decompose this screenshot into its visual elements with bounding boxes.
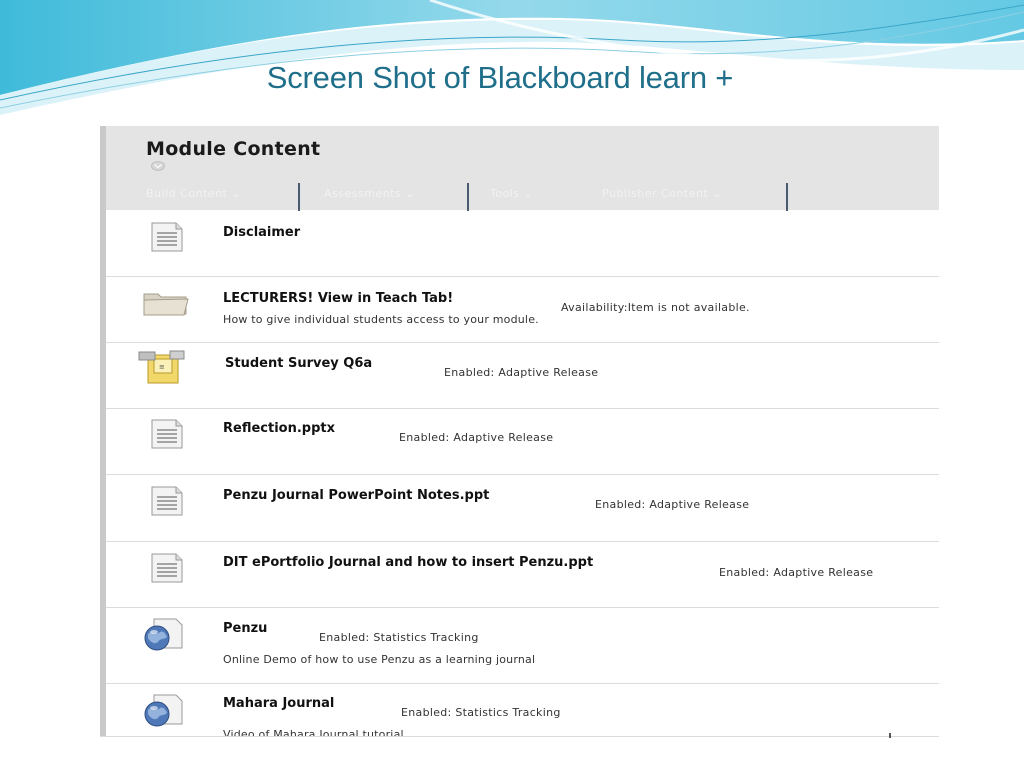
toolbar-divider: [467, 183, 469, 211]
list-item: Penzu Journal PowerPoint Notes.ppt Enabl…: [106, 475, 939, 542]
build-content-menu[interactable]: Build Content ⌄: [146, 187, 241, 200]
item-title-link[interactable]: Mahara Journal: [223, 696, 334, 711]
item-description: Video of Mahara Journal tutorial: [223, 728, 404, 736]
assessments-menu[interactable]: Assessments ⌄: [324, 187, 415, 200]
item-status: Enabled: Adaptive Release: [444, 366, 599, 379]
item-title-link[interactable]: Reflection.pptx: [223, 421, 335, 436]
item-status: Enabled: Adaptive Release: [595, 498, 750, 511]
document-icon: [151, 553, 183, 583]
item-status: Enabled: Statistics Tracking: [401, 706, 561, 719]
document-icon: [151, 222, 183, 252]
slide-title: Screen Shot of Blackboard learn +: [266, 60, 734, 95]
survey-icon: ≡: [138, 350, 185, 384]
list-item: Disclaimer: [106, 210, 939, 277]
item-status: Enabled: Adaptive Release: [399, 431, 554, 444]
module-title: Module Content: [146, 138, 321, 160]
web-link-icon: [144, 694, 183, 727]
list-item: ≡ Student Survey Q6a Enabled: Adaptive R…: [106, 343, 939, 409]
item-title-link[interactable]: Disclaimer: [223, 225, 300, 240]
item-title-link[interactable]: DIT ePortfolio Journal and how to insert…: [223, 555, 593, 570]
scrollbar-tick: [889, 733, 891, 738]
item-status: Enabled: Statistics Tracking: [319, 631, 479, 644]
document-icon: [151, 486, 183, 516]
list-item: Penzu Enabled: Statistics Tracking Onlin…: [106, 608, 939, 684]
chevron-down-icon[interactable]: [151, 161, 165, 171]
list-item: LECTURERS! View in Teach Tab! Availabili…: [106, 277, 939, 343]
tools-menu[interactable]: Tools ⌄: [490, 187, 533, 200]
list-item: Mahara Journal Enabled: Statistics Track…: [106, 684, 939, 736]
svg-text:≡: ≡: [159, 363, 165, 371]
item-description: How to give individual students access t…: [223, 313, 539, 326]
availability-status: Availability:Item is not available.: [561, 301, 750, 314]
folder-icon: [143, 293, 189, 316]
content-toolbar: Build Content ⌄ Assessments ⌄ Tools ⌄ Pu…: [106, 181, 939, 211]
item-status: Enabled: Adaptive Release: [719, 566, 874, 579]
publisher-content-menu[interactable]: Publisher Content ⌄: [602, 187, 722, 200]
item-title-link[interactable]: LECTURERS! View in Teach Tab!: [223, 291, 453, 306]
item-title-link[interactable]: Penzu: [223, 621, 267, 636]
item-title-link[interactable]: Penzu Journal PowerPoint Notes.ppt: [223, 488, 489, 503]
toolbar-divider: [298, 183, 300, 211]
list-item: DIT ePortfolio Journal and how to insert…: [106, 542, 939, 608]
blackboard-screenshot: Module Content Build Content ⌄ Assessmen…: [100, 126, 939, 736]
item-description: Online Demo of how to use Penzu as a lea…: [223, 653, 536, 666]
toolbar-divider: [786, 183, 788, 211]
module-header: Module Content Build Content ⌄ Assessmen…: [106, 126, 939, 211]
document-icon: [151, 419, 183, 449]
list-item: Reflection.pptx Enabled: Adaptive Releas…: [106, 409, 939, 475]
item-title-link[interactable]: Student Survey Q6a: [225, 356, 372, 371]
web-link-icon: [144, 618, 183, 651]
